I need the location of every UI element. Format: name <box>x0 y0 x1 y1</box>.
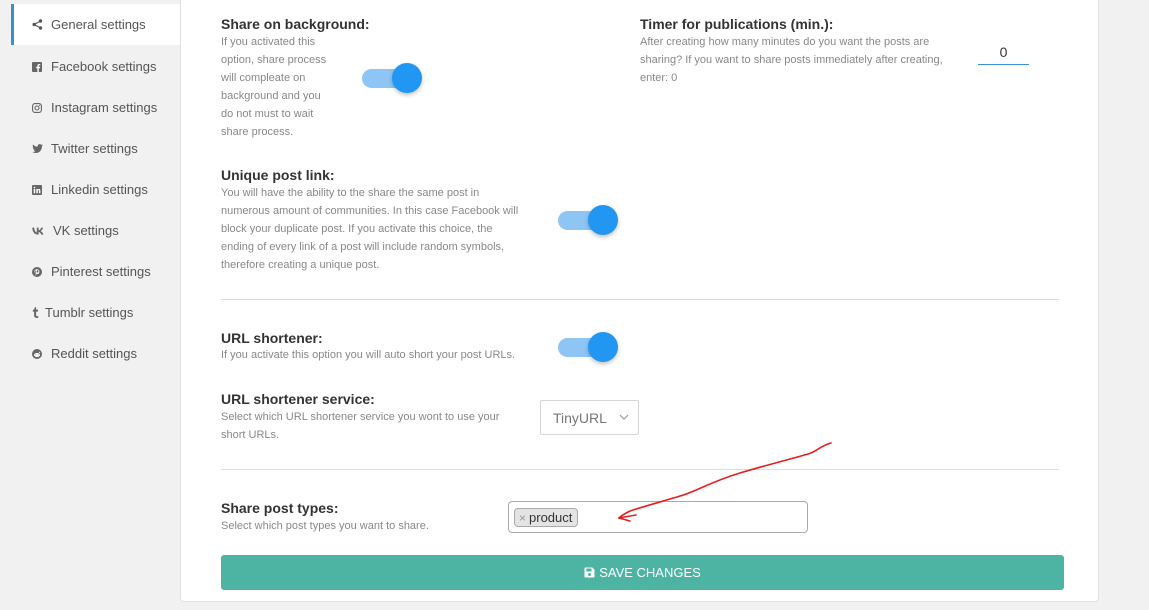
unique-link-label: Unique post link: <box>221 167 335 183</box>
timer-label: Timer for publications (min.): <box>640 16 834 32</box>
settings-sidebar: General settings Facebook settings Insta… <box>0 0 180 610</box>
sidebar-item-label: VK settings <box>53 223 119 238</box>
section-divider <box>221 299 1059 300</box>
sidebar-item-vk[interactable]: VK settings <box>11 210 180 251</box>
sidebar-item-linkedin[interactable]: Linkedin settings <box>11 169 180 210</box>
twitter-icon <box>31 143 43 155</box>
shortener-service-desc: Select which URL shortener service you w… <box>221 411 500 441</box>
sidebar-item-label: General settings <box>51 17 146 32</box>
sidebar-item-twitter[interactable]: Twitter settings <box>11 128 180 169</box>
pinterest-icon <box>31 266 43 278</box>
shortener-service-value: TinyURL <box>553 409 607 426</box>
sidebar-item-label: Linkedin settings <box>51 182 148 197</box>
sidebar-item-label: Twitter settings <box>51 141 138 156</box>
sidebar-item-label: Instagram settings <box>51 100 158 115</box>
share-background-desc: If you activated this option, share proc… <box>221 36 327 138</box>
sidebar-item-instagram[interactable]: Instagram settings <box>11 87 180 128</box>
save-changes-label: SAVE CHANGES <box>599 565 701 580</box>
general-settings-panel: Share on background: If you activated th… <box>180 0 1099 602</box>
section-divider <box>221 469 1059 470</box>
url-shortener-desc: If you activate this option you will aut… <box>221 349 516 361</box>
share-icon <box>31 19 43 31</box>
facebook-icon <box>31 61 43 73</box>
shortener-service-select[interactable]: TinyURL <box>540 400 639 435</box>
post-type-tag-label: product <box>529 510 573 525</box>
save-changes-button[interactable]: SAVE CHANGES <box>221 555 1064 590</box>
remove-tag-icon[interactable]: × <box>519 511 526 525</box>
floppy-disk-icon <box>584 567 595 578</box>
post-types-label: Share post types: <box>221 500 339 516</box>
share-background-toggle[interactable] <box>362 63 422 93</box>
unique-link-toggle[interactable] <box>558 205 618 235</box>
sidebar-item-general[interactable]: General settings <box>11 4 180 45</box>
shortener-service-label: URL shortener service: <box>221 391 375 407</box>
unique-link-desc: You will have the ability to the share t… <box>221 187 519 271</box>
post-types-multiselect[interactable]: × product <box>508 501 808 533</box>
sidebar-item-label: Reddit settings <box>51 346 137 361</box>
sidebar-item-reddit[interactable]: Reddit settings <box>11 333 180 374</box>
reddit-icon <box>31 348 43 360</box>
timer-minutes-input[interactable] <box>978 39 1029 65</box>
sidebar-item-label: Tumblr settings <box>45 305 134 320</box>
linkedin-icon <box>31 184 43 196</box>
post-types-desc: Select which post types you want to shar… <box>221 520 429 532</box>
share-background-label: Share on background: <box>221 16 370 32</box>
sidebar-item-label: Facebook settings <box>51 59 157 74</box>
instagram-icon <box>31 102 43 114</box>
url-shortener-toggle[interactable] <box>558 332 618 362</box>
timer-desc: After creating how many minutes do you w… <box>640 36 943 84</box>
chevron-down-icon <box>619 414 629 420</box>
sidebar-item-facebook[interactable]: Facebook settings <box>11 46 180 87</box>
sidebar-item-label: Pinterest settings <box>51 264 151 279</box>
post-type-tag: × product <box>514 508 579 527</box>
sidebar-item-pinterest[interactable]: Pinterest settings <box>11 251 180 292</box>
sidebar-item-tumblr[interactable]: Tumblr settings <box>11 292 180 333</box>
url-shortener-label: URL shortener: <box>221 330 323 346</box>
tumblr-icon <box>31 307 39 319</box>
vk-icon <box>31 225 45 237</box>
